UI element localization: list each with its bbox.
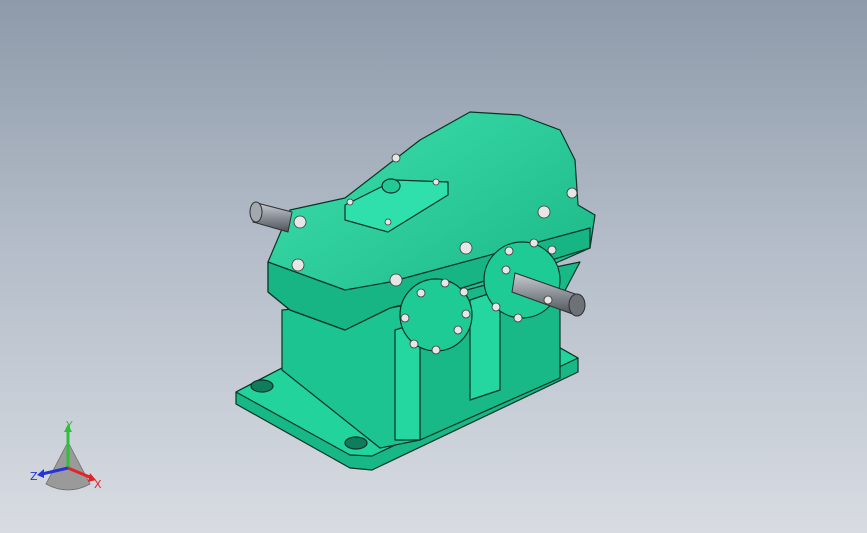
bolt [389, 273, 403, 287]
input-shaft-end [249, 201, 263, 223]
cap-bolt [440, 278, 450, 288]
cap-bolt [543, 295, 553, 305]
bolt [391, 153, 401, 163]
cap-bolt [431, 345, 441, 355]
cap-bolt [504, 246, 514, 256]
bolt [346, 198, 354, 206]
cap-bolt [416, 288, 426, 298]
cap-bolt [409, 339, 419, 349]
y-axis-label: Y [65, 419, 73, 432]
view-orientation-triad[interactable]: Y X Z [28, 418, 118, 498]
gear-reducer-model[interactable] [0, 0, 867, 533]
bolt [459, 241, 473, 255]
bolt [566, 187, 578, 199]
bolt [384, 218, 392, 226]
bolt [293, 215, 307, 229]
z-axis-label: Z [30, 470, 38, 483]
cap-bolt [400, 313, 410, 323]
bolt [291, 258, 305, 272]
cap-bolt [547, 245, 557, 255]
cap-bolt [529, 238, 539, 248]
z-axis-arrow-icon [37, 469, 44, 478]
breather-cap [381, 178, 401, 194]
output-shaft-end [568, 293, 586, 317]
cap-bolt [491, 302, 501, 312]
bolt [537, 205, 551, 219]
foot-hole [344, 436, 368, 450]
cap-bolt [513, 313, 523, 323]
graphics-viewport[interactable]: Y X Z [0, 0, 867, 533]
bolt [432, 178, 440, 186]
x-axis-label: X [94, 478, 102, 491]
cap-bolt [501, 265, 511, 275]
cap-bolt [461, 309, 471, 319]
cap-bolt [453, 325, 463, 335]
foot-hole [250, 379, 274, 393]
cap-bolt [459, 287, 469, 297]
